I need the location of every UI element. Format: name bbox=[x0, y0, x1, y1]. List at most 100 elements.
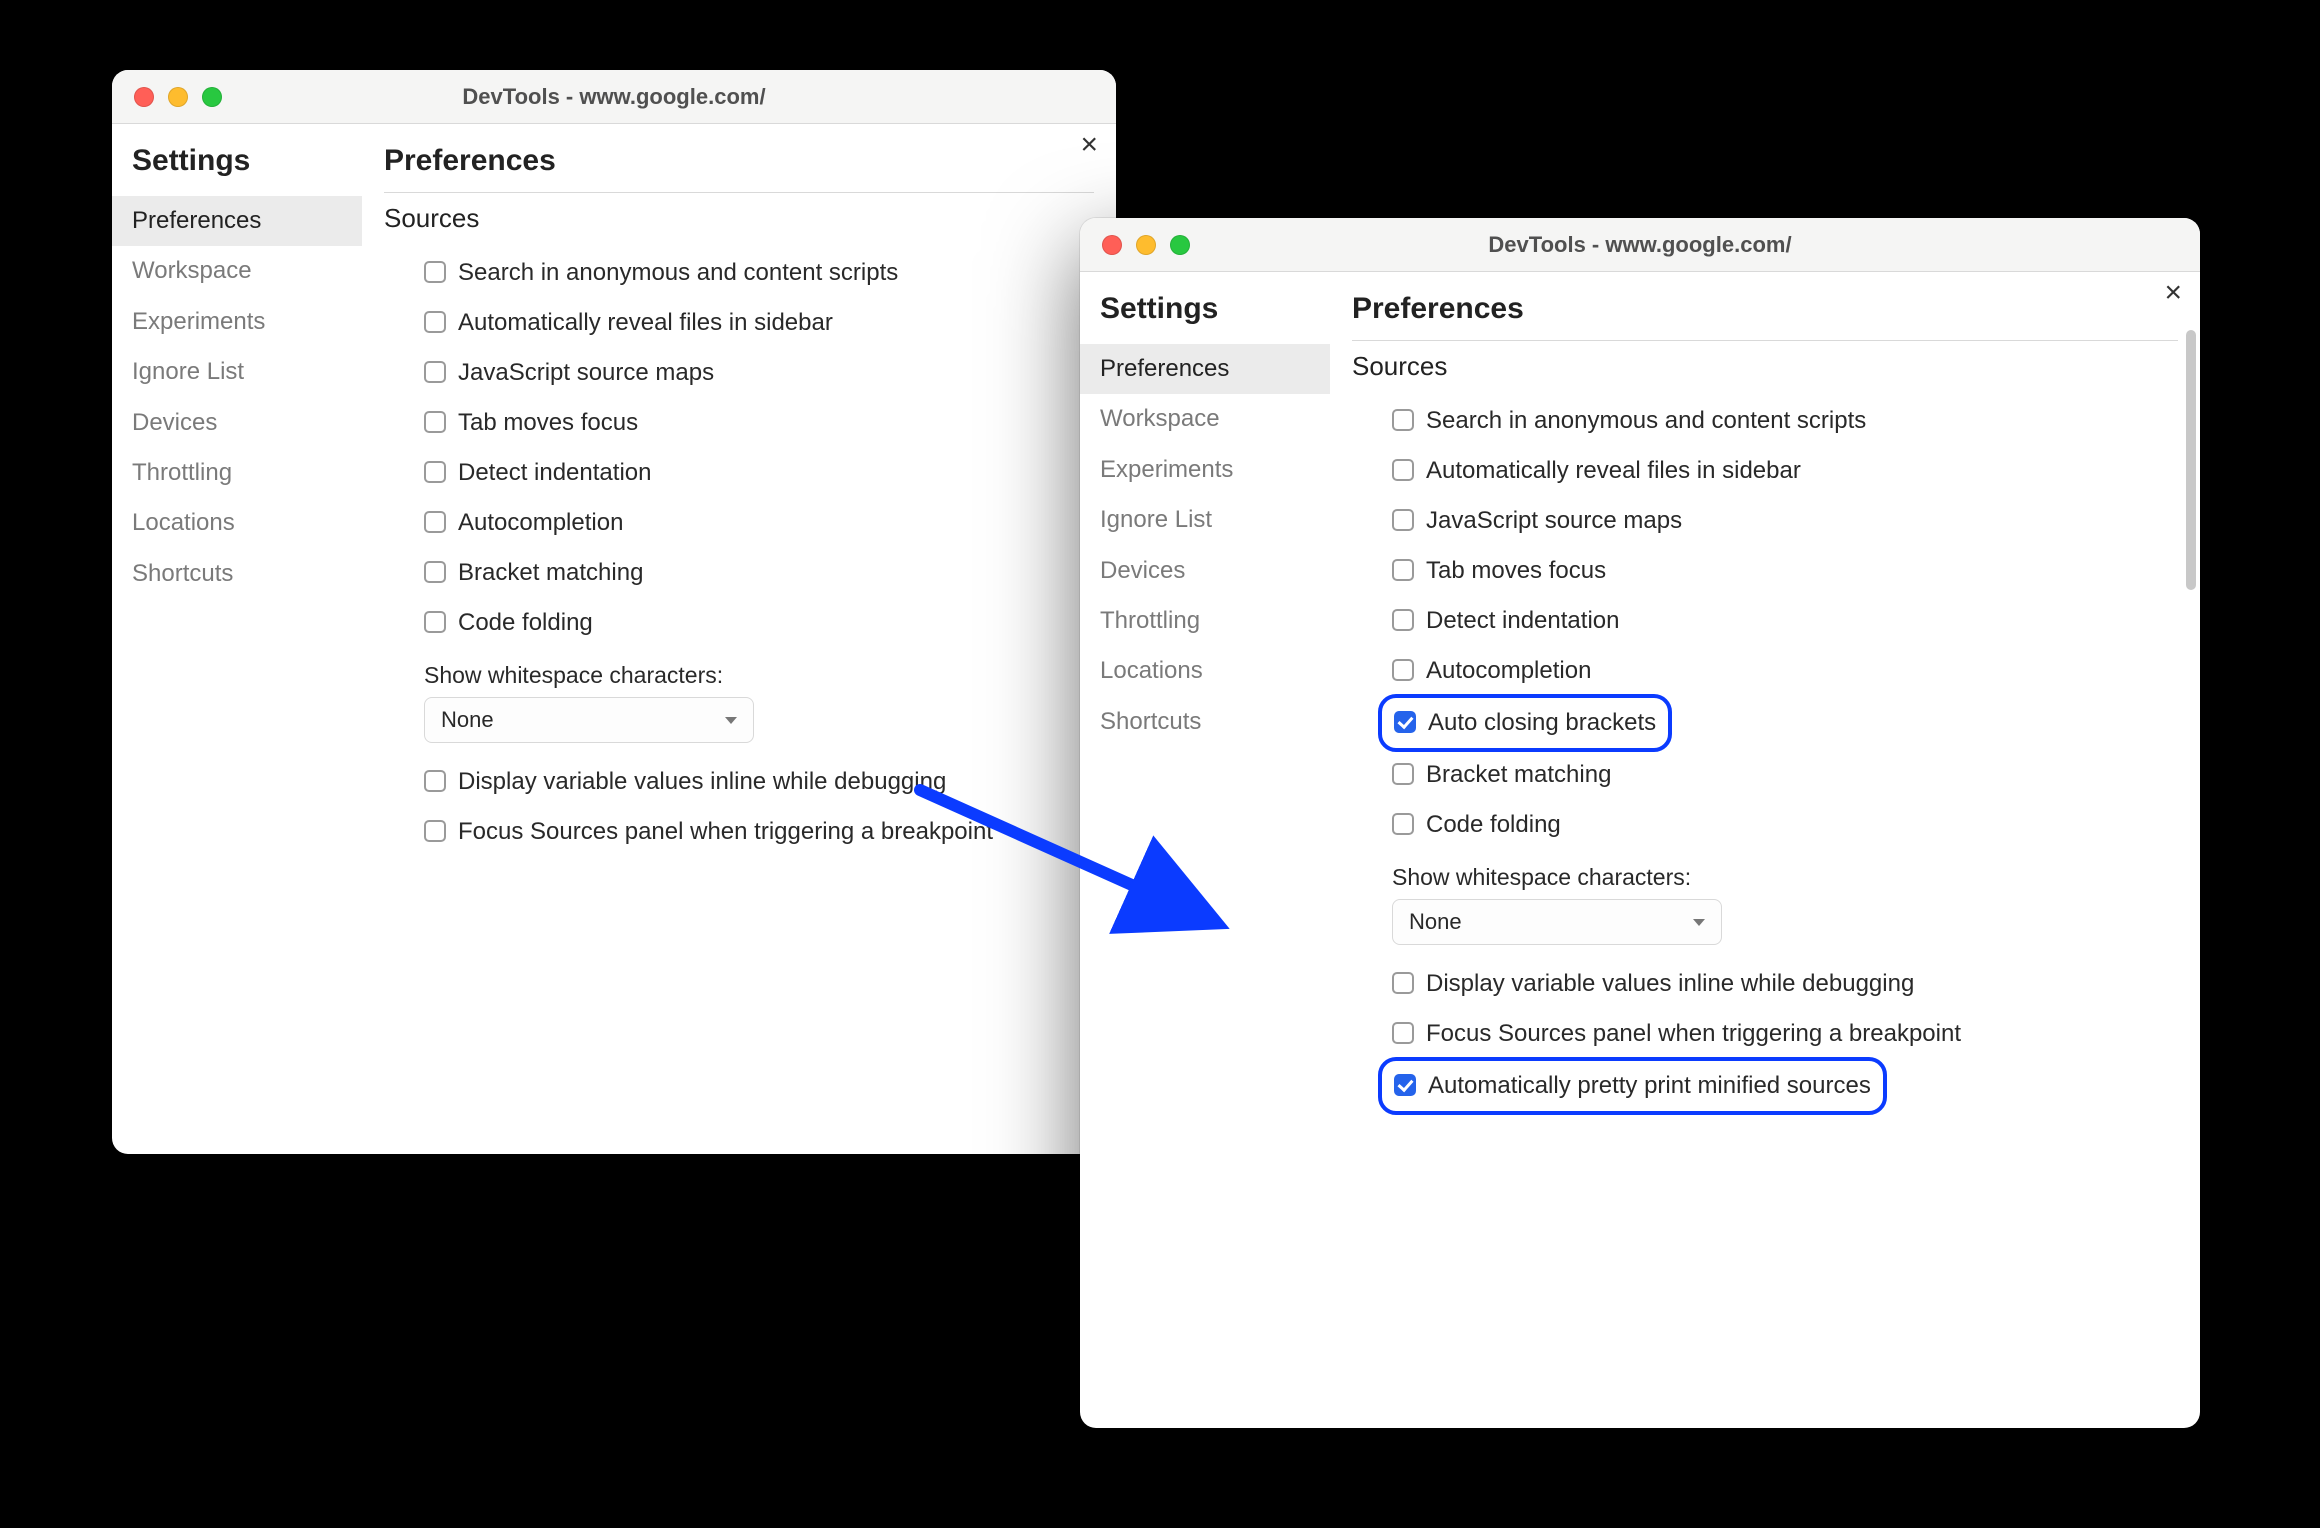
checkbox[interactable] bbox=[424, 311, 446, 333]
checkbox[interactable] bbox=[1392, 509, 1414, 531]
sidebar-item-locations[interactable]: Locations bbox=[1080, 646, 1330, 696]
settings-sidebar: Settings Preferences Workspace Experimen… bbox=[1080, 272, 1330, 1428]
checkbox[interactable] bbox=[424, 561, 446, 583]
traffic-zoom-icon[interactable] bbox=[1170, 235, 1190, 255]
checkbox-label: Auto closing brackets bbox=[1428, 708, 1656, 738]
checkbox-option[interactable]: Display variable values inline while deb… bbox=[424, 757, 1094, 807]
sidebar-item-devices[interactable]: Devices bbox=[112, 398, 362, 448]
traffic-minimize-icon[interactable] bbox=[168, 87, 188, 107]
sidebar-item-preferences[interactable]: Preferences bbox=[112, 196, 362, 246]
checkbox[interactable] bbox=[1394, 1074, 1416, 1096]
chevron-down-icon bbox=[725, 717, 737, 724]
traffic-close-icon[interactable] bbox=[1102, 235, 1122, 255]
checkbox[interactable] bbox=[1392, 1022, 1414, 1044]
checkbox-label: Code folding bbox=[458, 608, 593, 638]
checkbox[interactable] bbox=[424, 261, 446, 283]
checkbox-option[interactable]: Search in anonymous and content scripts bbox=[1392, 396, 2178, 446]
sidebar-item-throttling[interactable]: Throttling bbox=[1080, 596, 1330, 646]
traffic-zoom-icon[interactable] bbox=[202, 87, 222, 107]
checkbox-option[interactable]: Code folding bbox=[424, 598, 1094, 648]
checkbox-option[interactable]: Autocompletion bbox=[424, 498, 1094, 548]
checkbox-label: Code folding bbox=[1426, 810, 1561, 840]
checkbox[interactable] bbox=[1392, 459, 1414, 481]
sidebar-item-workspace[interactable]: Workspace bbox=[112, 246, 362, 296]
checkbox[interactable] bbox=[1392, 763, 1414, 785]
scrollbar[interactable] bbox=[2186, 330, 2196, 590]
checkbox-label: Autocompletion bbox=[458, 508, 623, 538]
sidebar-item-devices[interactable]: Devices bbox=[1080, 546, 1330, 596]
window-title: DevTools - www.google.com/ bbox=[112, 70, 1116, 123]
checkbox-label: Detect indentation bbox=[458, 458, 651, 488]
checkbox-option[interactable]: Tab moves focus bbox=[424, 398, 1094, 448]
checkbox-option[interactable]: Tab moves focus bbox=[1392, 546, 2178, 596]
sidebar-item-ignore-list[interactable]: Ignore List bbox=[112, 347, 362, 397]
sidebar-title: Settings bbox=[1080, 286, 1330, 344]
sidebar-item-preferences[interactable]: Preferences bbox=[1080, 344, 1330, 394]
sidebar-item-shortcuts[interactable]: Shortcuts bbox=[112, 549, 362, 599]
sidebar-item-locations[interactable]: Locations bbox=[112, 498, 362, 548]
checkbox-option[interactable]: Autocompletion bbox=[1392, 646, 2178, 696]
whitespace-value: None bbox=[1409, 909, 1462, 935]
titlebar[interactable]: DevTools - www.google.com/ bbox=[1080, 218, 2200, 272]
checkbox[interactable] bbox=[424, 611, 446, 633]
checkbox[interactable] bbox=[1394, 711, 1416, 733]
whitespace-label: Show whitespace characters: bbox=[1392, 864, 2178, 891]
titlebar[interactable]: DevTools - www.google.com/ bbox=[112, 70, 1116, 124]
section-sources: Sources bbox=[1352, 351, 2178, 382]
sidebar-item-experiments[interactable]: Experiments bbox=[112, 297, 362, 347]
checkbox[interactable] bbox=[1392, 813, 1414, 835]
checkbox-option[interactable]: Detect indentation bbox=[424, 448, 1094, 498]
devtools-window-right: DevTools - www.google.com/ × Settings Pr… bbox=[1080, 218, 2200, 1428]
checkbox-option[interactable]: JavaScript source maps bbox=[424, 348, 1094, 398]
checkbox-option[interactable]: Focus Sources panel when triggering a br… bbox=[424, 807, 1094, 857]
checkbox-label: Automatically reveal files in sidebar bbox=[1426, 456, 1801, 486]
checkbox-option[interactable]: Code folding bbox=[1392, 800, 2178, 850]
traffic-close-icon[interactable] bbox=[134, 87, 154, 107]
preferences-content: Preferences Sources Search in anonymous … bbox=[362, 124, 1116, 1154]
sidebar-item-experiments[interactable]: Experiments bbox=[1080, 445, 1330, 495]
section-sources: Sources bbox=[384, 203, 1094, 234]
checkbox[interactable] bbox=[1392, 972, 1414, 994]
checkbox-option[interactable]: Auto closing brackets bbox=[1382, 698, 1668, 748]
window-title: DevTools - www.google.com/ bbox=[1080, 218, 2200, 271]
checkbox-label: Autocompletion bbox=[1426, 656, 1591, 686]
checkbox[interactable] bbox=[1392, 409, 1414, 431]
checkbox[interactable] bbox=[1392, 659, 1414, 681]
checkbox-label: Display variable values inline while deb… bbox=[1426, 969, 1914, 999]
checkbox-option[interactable]: Automatically pretty print minified sour… bbox=[1382, 1061, 1883, 1111]
checkbox[interactable] bbox=[424, 511, 446, 533]
whitespace-value: None bbox=[441, 707, 494, 733]
checkbox-option[interactable]: JavaScript source maps bbox=[1392, 496, 2178, 546]
checkbox-option[interactable]: Focus Sources panel when triggering a br… bbox=[1392, 1009, 2178, 1059]
checkbox-option[interactable]: Bracket matching bbox=[424, 548, 1094, 598]
checkbox[interactable] bbox=[424, 461, 446, 483]
checkbox-label: Automatically pretty print minified sour… bbox=[1428, 1071, 1871, 1101]
checkbox[interactable] bbox=[1392, 609, 1414, 631]
checkbox[interactable] bbox=[424, 361, 446, 383]
checkbox[interactable] bbox=[424, 770, 446, 792]
checkbox[interactable] bbox=[424, 820, 446, 842]
checkbox-label: Tab moves focus bbox=[1426, 556, 1606, 586]
checkbox-option[interactable]: Bracket matching bbox=[1392, 750, 2178, 800]
whitespace-dropdown[interactable]: None bbox=[424, 697, 754, 743]
traffic-minimize-icon[interactable] bbox=[1136, 235, 1156, 255]
sidebar-item-workspace[interactable]: Workspace bbox=[1080, 394, 1330, 444]
sidebar-item-throttling[interactable]: Throttling bbox=[112, 448, 362, 498]
checkbox-label: JavaScript source maps bbox=[1426, 506, 1682, 536]
checkbox-option[interactable]: Automatically reveal files in sidebar bbox=[424, 298, 1094, 348]
devtools-window-left: DevTools - www.google.com/ × Settings Pr… bbox=[112, 70, 1116, 1154]
whitespace-dropdown[interactable]: None bbox=[1392, 899, 1722, 945]
preferences-content: Preferences Sources Search in anonymous … bbox=[1330, 272, 2200, 1428]
sidebar-item-ignore-list[interactable]: Ignore List bbox=[1080, 495, 1330, 545]
checkbox-option[interactable]: Detect indentation bbox=[1392, 596, 2178, 646]
checkbox[interactable] bbox=[1392, 559, 1414, 581]
checkbox-option[interactable]: Display variable values inline while deb… bbox=[1392, 959, 2178, 1009]
checkbox-label: Search in anonymous and content scripts bbox=[458, 258, 898, 288]
checkbox[interactable] bbox=[424, 411, 446, 433]
sidebar-item-shortcuts[interactable]: Shortcuts bbox=[1080, 697, 1330, 747]
checkbox-label: Display variable values inline while deb… bbox=[458, 767, 946, 797]
chevron-down-icon bbox=[1693, 919, 1705, 926]
checkbox-label: Focus Sources panel when triggering a br… bbox=[1426, 1019, 1961, 1049]
checkbox-option[interactable]: Search in anonymous and content scripts bbox=[424, 248, 1094, 298]
checkbox-option[interactable]: Automatically reveal files in sidebar bbox=[1392, 446, 2178, 496]
